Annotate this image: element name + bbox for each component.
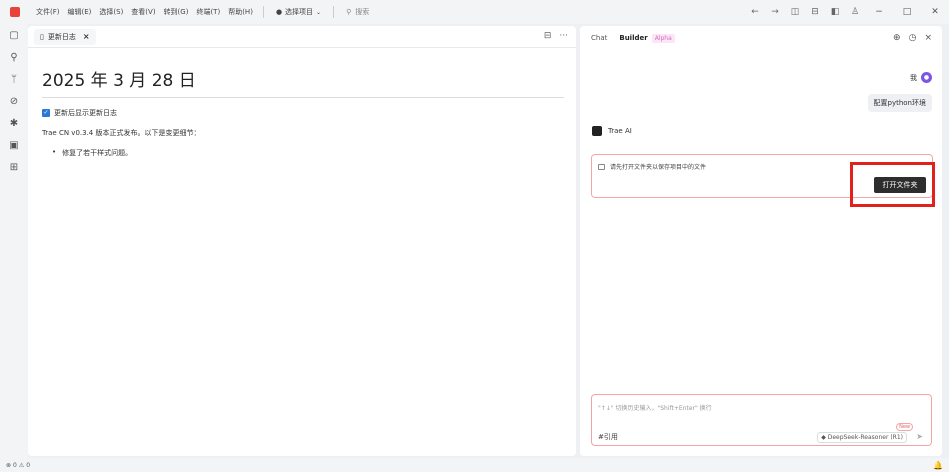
more-icon[interactable]: ···: [559, 31, 568, 41]
user-name: 我: [910, 73, 917, 82]
divider: [333, 6, 335, 18]
search-box[interactable]: ⚲ 搜索: [340, 7, 375, 17]
notifications-icon[interactable]: 🔔: [933, 461, 943, 470]
warning-icon: ⚠: [18, 461, 25, 469]
back-icon[interactable]: ←: [745, 7, 765, 17]
run-icon[interactable]: ⊘: [0, 90, 28, 112]
source-control-icon[interactable]: ᛘ: [0, 68, 28, 90]
split-editor-icon[interactable]: ⊟: [544, 31, 552, 41]
trae-logo-icon: [592, 126, 602, 136]
show-changelog-checkbox-row[interactable]: ✓ 更新后显示更新日志: [42, 108, 562, 118]
user-message: 配置python环境: [867, 94, 932, 112]
error-count: 0: [13, 461, 17, 469]
maximize-icon[interactable]: □: [893, 7, 921, 17]
page-title: 2025 年 3 月 28 日: [42, 66, 564, 98]
history-icon[interactable]: ◷: [909, 33, 917, 43]
remote-icon[interactable]: ▣: [0, 134, 28, 156]
toggle-secondary-sidebar-icon[interactable]: ◧: [825, 7, 845, 17]
model-label: DeepSeek-Reasoner (R1): [827, 434, 903, 441]
new-chat-icon[interactable]: ⊕: [893, 33, 901, 43]
folder-icon: [598, 163, 605, 170]
search-icon: ⚲: [346, 8, 352, 16]
project-select-label: 选择项目: [285, 8, 314, 16]
error-icon: ⊗: [6, 461, 12, 469]
ai-header: Trae AI: [592, 126, 632, 136]
avatar: ●: [921, 72, 932, 83]
model-select[interactable]: ◆ DeepSeek-Reasoner (R1): [817, 432, 907, 443]
status-bar: ⊗ 0 ⚠ 0 🔔: [0, 458, 949, 472]
problems-status[interactable]: ⊗ 0 ⚠ 0: [6, 462, 30, 469]
chevron-down-icon: ⌄: [316, 8, 322, 16]
app-logo: [10, 7, 20, 17]
bullet-icon: •: [52, 148, 57, 156]
menu-bar: 文件(F) 编辑(E) 选择(S) 查看(V) 转到(G) 终端(T) 帮助(H…: [32, 7, 257, 17]
close-icon[interactable]: ×: [924, 33, 932, 43]
menu-terminal[interactable]: 终端(T): [192, 7, 224, 17]
menu-file[interactable]: 文件(F): [32, 7, 64, 17]
debug-icon[interactable]: ✱: [0, 112, 28, 134]
project-select[interactable]: ● 选择项目 ⌄: [270, 7, 327, 17]
alpha-badge: Alpha: [651, 33, 675, 43]
menu-edit[interactable]: 编辑(E): [64, 7, 96, 17]
editor-tab-bar: ▯ 更新日志 × ⊟ ···: [28, 26, 576, 48]
user-header: 我 ●: [910, 72, 932, 83]
ai-message-text: 请先打开文件夹以保存项目中的文件: [610, 164, 707, 171]
ai-name: Trae AI: [608, 127, 632, 135]
minimize-icon[interactable]: −: [865, 7, 893, 17]
close-tab-icon[interactable]: ×: [83, 32, 90, 41]
toggle-panel-icon[interactable]: ⊟: [805, 7, 825, 17]
checkbox[interactable]: ✓: [42, 109, 50, 117]
warning-count: 0: [26, 461, 31, 469]
chat-input[interactable]: "↑↓" 切换历史输入，"Shift+Enter" 换行 #引用 New ◆ D…: [591, 394, 932, 446]
changelog-document: 2025 年 3 月 28 日 ✓ 更新后显示更新日志 Trae CN v0.3…: [28, 48, 576, 176]
title-actions: ← → ◫ ⊟ ◧ ♙ − □ ✕: [745, 0, 949, 24]
title-bar: 文件(F) 编辑(E) 选择(S) 查看(V) 转到(G) 终端(T) 帮助(H…: [0, 0, 949, 24]
account-icon[interactable]: ♙: [845, 7, 865, 17]
new-badge: New: [896, 423, 913, 431]
menu-go[interactable]: 转到(G): [160, 7, 193, 17]
send-icon[interactable]: ➤: [916, 432, 923, 441]
activity-bar: ▢ ⚲ ᛘ ⊘ ✱ ▣ ⊞: [0, 24, 28, 458]
input-placeholder: "↑↓" 切换历史输入，"Shift+Enter" 换行: [598, 405, 712, 412]
close-icon[interactable]: ✕: [921, 7, 949, 17]
chat-header-actions: ⊕ ◷ ×: [893, 33, 932, 43]
search-icon[interactable]: ⚲: [0, 46, 28, 68]
file-icon: ▯: [40, 32, 44, 41]
tab-changelog[interactable]: ▯ 更新日志 ×: [34, 28, 96, 45]
menu-selection[interactable]: 选择(S): [95, 7, 127, 17]
list-item-text: 修复了若干样式问题。: [62, 149, 133, 157]
forward-icon[interactable]: →: [765, 7, 785, 17]
explorer-icon[interactable]: ▢: [0, 24, 28, 46]
chat-header: Chat Builder Alpha ⊕ ◷ ×: [580, 26, 942, 50]
tab-label: 更新日志: [47, 32, 76, 41]
reference-button[interactable]: #引用: [598, 432, 618, 442]
model-icon: ◆: [821, 434, 826, 441]
search-label: 搜索: [355, 8, 370, 16]
menu-view[interactable]: 查看(V): [127, 7, 159, 17]
list-item: • 修复了若干样式问题。: [52, 148, 562, 158]
extensions-icon[interactable]: ⊞: [0, 156, 28, 178]
ai-message: 请先打开文件夹以保存项目中的文件: [598, 162, 706, 171]
editor-panel: ▯ 更新日志 × ⊟ ··· 2025 年 3 月 28 日 ✓ 更新后显示更新…: [28, 26, 576, 456]
release-text: Trae CN v0.3.4 版本正式发布。以下是变更细节：: [42, 129, 201, 137]
tab-actions: ⊟ ···: [544, 31, 568, 41]
open-folder-button[interactable]: 打开文件夹: [874, 177, 926, 193]
tab-builder[interactable]: Builder: [619, 34, 647, 42]
menu-help[interactable]: 帮助(H): [224, 7, 257, 17]
divider: [262, 6, 264, 18]
chat-panel: Chat Builder Alpha ⊕ ◷ × 我 ● 配置python环境 …: [580, 26, 942, 456]
tab-chat[interactable]: Chat: [591, 34, 607, 42]
checkbox-label: 更新后显示更新日志: [54, 109, 117, 117]
toggle-sidebar-icon[interactable]: ◫: [785, 7, 805, 17]
project-icon: ●: [275, 8, 283, 16]
